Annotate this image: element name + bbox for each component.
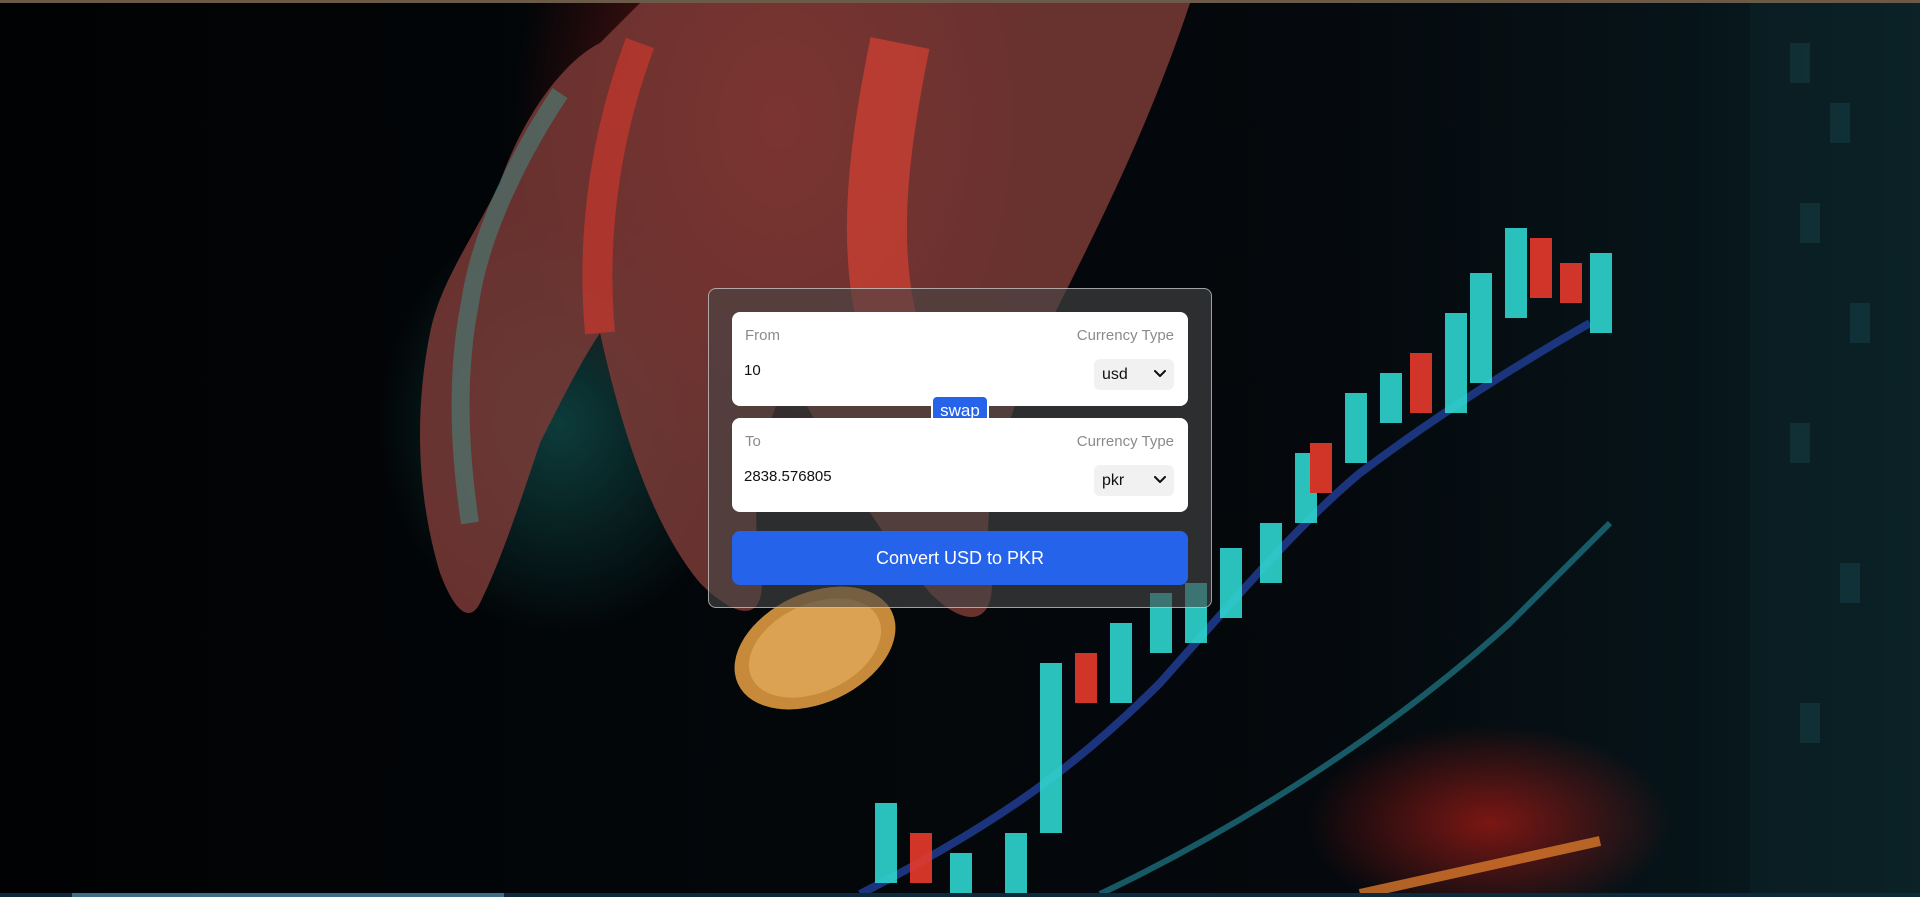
from-label: From [745, 327, 780, 344]
to-currency-type-label: Currency Type [1076, 433, 1174, 450]
converter-card: From Currency Type usd swap To Currency … [708, 288, 1212, 608]
from-currency-type-label: Currency Type [1076, 327, 1174, 344]
to-panel: To Currency Type pkr [732, 418, 1188, 512]
chevron-down-icon [1154, 476, 1166, 483]
from-currency-value: usd [1102, 366, 1128, 383]
convert-button[interactable]: Convert USD to PKR [732, 531, 1188, 585]
taskbar-active-window[interactable] [72, 893, 504, 897]
from-currency-select[interactable]: usd [1094, 359, 1174, 390]
to-label: To [745, 433, 761, 450]
from-amount-input[interactable] [744, 358, 1044, 382]
to-amount-input[interactable] [744, 464, 1044, 488]
chevron-down-icon [1154, 370, 1166, 377]
from-panel: From Currency Type usd [732, 312, 1188, 406]
to-currency-select[interactable]: pkr [1094, 465, 1174, 496]
to-currency-value: pkr [1102, 472, 1125, 489]
taskbar [0, 893, 1920, 897]
